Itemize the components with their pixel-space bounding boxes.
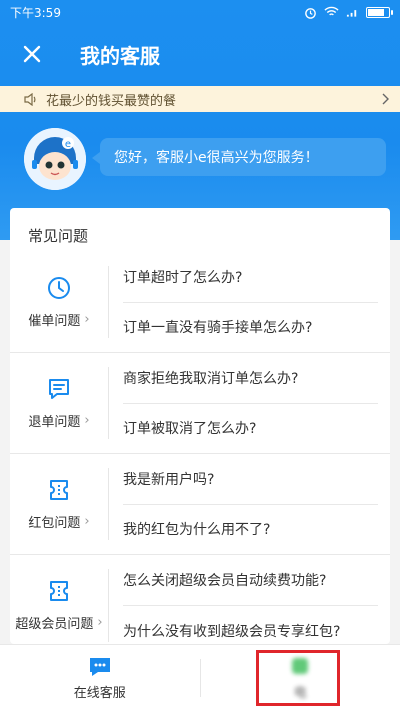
chevron-right-icon: › xyxy=(84,311,90,327)
faq-category-vip[interactable]: 超级会员问题 › xyxy=(10,555,108,644)
faq-section-refund: 退单问题 › 商家拒绝我取消订单怎么办? 订单被取消了怎么办? xyxy=(10,353,390,454)
faq-question[interactable]: 商家拒绝我取消订单怎么办? xyxy=(123,353,378,403)
faq-question[interactable]: 订单一直没有骑手接单怎么办? xyxy=(123,301,378,353)
faq-section-vip: 超级会员问题 › 怎么关闭超级会员自动续费功能? 为什么没有收到超级会员专享红包? xyxy=(10,555,390,644)
ticket-icon xyxy=(50,581,68,601)
faq-category-label: 超级会员问题 xyxy=(15,617,94,632)
faq-question[interactable]: 怎么关闭超级会员自动续费功能? xyxy=(123,555,378,605)
faq-question[interactable]: 为什么没有收到超级会员专享红包? xyxy=(123,605,378,644)
close-button[interactable] xyxy=(0,24,64,84)
faq-section-urge: 催单问题 › 订单超时了怎么办? 订单一直没有骑手接单怎么办? xyxy=(10,252,390,353)
faq-title: 常见问题 xyxy=(28,227,89,245)
close-icon xyxy=(23,45,41,63)
welcome-section: e 您好，客服小e很高兴为您服务！ xyxy=(0,122,400,202)
faq-question[interactable]: 订单超时了怎么办? xyxy=(123,252,378,302)
chevron-right-icon: › xyxy=(97,615,103,630)
clock-icon xyxy=(48,276,70,299)
faq-question[interactable]: 订单被取消了怎么办? xyxy=(123,402,378,454)
online-service-label: 在线客服 xyxy=(73,685,126,701)
faq-category-urge[interactable]: 催单问题 › xyxy=(10,252,108,352)
highlight-box xyxy=(256,650,340,706)
notice-text: 花最少的钱买最赞的餐 xyxy=(46,93,177,109)
faq-category-label: 红包问题 xyxy=(28,515,81,531)
chevron-right-icon xyxy=(382,93,389,105)
chevron-right-icon: › xyxy=(84,513,90,529)
notice-bar[interactable]: 花最少的钱买最赞的餐 xyxy=(0,86,400,112)
nav-bar: 我的客服 xyxy=(0,24,400,84)
battery-icon xyxy=(366,6,393,18)
svg-text:e: e xyxy=(65,139,71,150)
faq-question[interactable]: 我的红包为什么用不了? xyxy=(123,503,378,555)
wifi-icon xyxy=(324,6,339,16)
bottom-bar: 在线客服 电 xyxy=(0,644,400,711)
welcome-bubble: 您好，客服小e很高兴为您服务！ xyxy=(92,138,386,176)
faq-section-redpacket: 红包问题 › 我是新用户吗? 我的红包为什么用不了? xyxy=(10,454,390,555)
status-bar: 下午3:59 xyxy=(0,0,400,24)
service-avatar: e xyxy=(24,128,86,190)
signal-icon xyxy=(346,10,357,17)
page-title: 我的客服 xyxy=(80,43,160,68)
faq-card: 常见问题 催单问题 › 订单超时了怎么办? 订单一直没有骑手接单怎么办? 退单问题… xyxy=(10,208,390,644)
message-icon xyxy=(49,378,69,399)
faq-category-refund[interactable]: 退单问题 › xyxy=(10,353,108,453)
speaker-icon xyxy=(24,92,38,106)
faq-category-label: 催单问题 xyxy=(28,313,81,329)
faq-category-label: 退单问题 xyxy=(28,414,81,430)
chat-icon xyxy=(89,657,110,676)
alarm-icon xyxy=(305,7,316,19)
chevron-right-icon: › xyxy=(84,412,90,428)
status-icons xyxy=(304,6,393,19)
online-service-button[interactable]: 在线客服 xyxy=(0,645,200,711)
faq-category-redpacket[interactable]: 红包问题 › xyxy=(10,454,108,554)
status-time: 下午3:59 xyxy=(10,5,61,20)
faq-question[interactable]: 我是新用户吗? xyxy=(123,454,378,504)
ticket-icon xyxy=(50,479,68,500)
